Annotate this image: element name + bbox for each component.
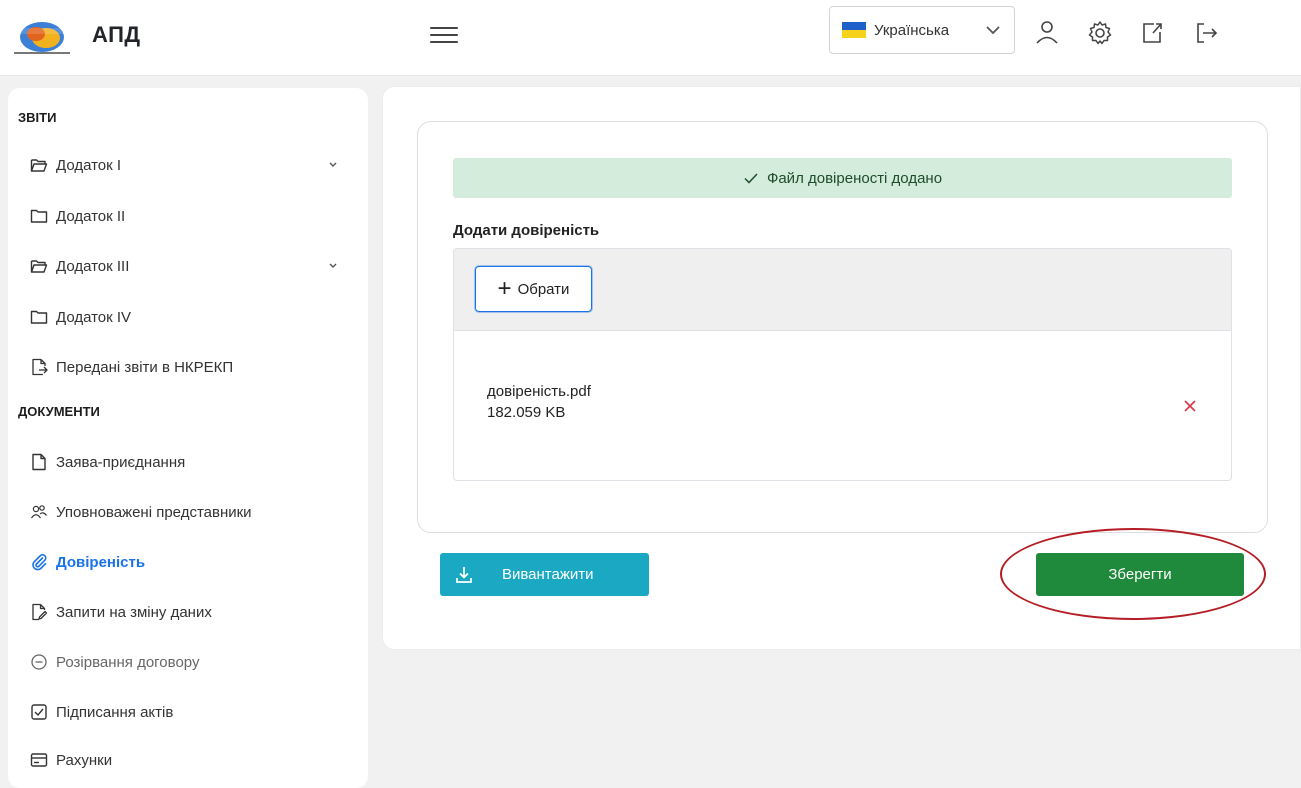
external-link-icon <box>1143 23 1162 43</box>
folder-open-icon <box>30 257 48 275</box>
sidebar-item-label: Довіреність <box>56 553 146 571</box>
save-button-label: Зберегти <box>1108 566 1172 583</box>
menu-toggle-button[interactable] <box>427 22 461 52</box>
sidebar-item-reports-nkrekp[interactable]: Передані звіти в НКРЕКП <box>30 352 340 382</box>
sidebar-item-label: Додаток I <box>56 156 122 174</box>
folder-open-icon <box>30 156 48 174</box>
sidebar-item-dodatok-2[interactable]: Додаток II <box>30 201 340 231</box>
sidebar-item-label: Підписання актів <box>56 703 174 721</box>
folder-icon <box>30 207 48 225</box>
download-icon <box>456 566 472 583</box>
sidebar-item-label: Заява-приєднання <box>56 453 186 471</box>
sidebar-item-signing-acts[interactable]: Підписання актів <box>30 697 340 727</box>
field-label-add-attorney: Додати довіреність <box>453 222 600 239</box>
download-button-label: Вивантажити <box>502 566 594 583</box>
language-select[interactable]: Українська <box>829 6 1015 54</box>
sidebar-item-contract-termination[interactable]: Розірвання договору <box>30 647 340 677</box>
minus-circle-icon <box>30 653 48 671</box>
save-button[interactable]: Зберегти <box>1036 553 1244 596</box>
close-icon <box>1184 400 1196 412</box>
checkbox-icon <box>30 703 48 721</box>
sidebar-item-label: Розірвання договору <box>56 653 200 671</box>
sidebar-item-application[interactable]: Заява-приєднання <box>30 447 340 477</box>
section-title-documents: ДОКУМЕНТИ <box>18 404 100 419</box>
chevron-down-icon <box>329 263 337 268</box>
plus-icon: + <box>497 275 512 302</box>
logout-icon <box>1197 23 1218 43</box>
choose-file-button[interactable]: + Обрати <box>475 266 592 312</box>
user-icon <box>1036 21 1058 44</box>
sidebar-item-dodatok-4[interactable]: Додаток IV <box>30 302 340 332</box>
sidebar-item-dodatok-1[interactable]: Додаток I <box>30 150 340 180</box>
language-selected-value: Українська <box>874 21 950 39</box>
main-content: Файл довіреності додано Додати довіреніс… <box>382 86 1301 650</box>
uploaded-file-size: 182.059 KB <box>487 404 566 421</box>
sidebar-item-data-change-requests[interactable]: Запити на зміну даних <box>30 597 340 627</box>
sidebar-item-label: Передані звіти в НКРЕКП <box>56 358 234 376</box>
sidebar-item-power-of-attorney[interactable]: Довіреність <box>30 547 340 577</box>
open-external-button[interactable] <box>1137 18 1167 48</box>
credit-card-icon <box>30 751 48 769</box>
remove-file-button[interactable] <box>1179 395 1201 417</box>
user-profile-button[interactable] <box>1032 18 1062 48</box>
success-message: Файл довіреності додано <box>453 158 1232 198</box>
sidebar-item-label: Додаток IV <box>56 308 132 326</box>
gear-icon <box>1088 21 1112 45</box>
attorney-upload-card: Файл довіреності додано Додати довіреніс… <box>417 121 1268 533</box>
app-title: АПД <box>92 22 141 47</box>
file-upload: + Обрати довіреність.pdf 182.059 KB <box>453 248 1232 481</box>
choose-file-label: Обрати <box>517 280 570 298</box>
settings-button[interactable] <box>1085 18 1115 48</box>
success-message-text: Файл довіреності додано <box>766 169 943 187</box>
menu-icon <box>427 27 461 43</box>
logout-button[interactable] <box>1191 18 1221 48</box>
sidebar-item-label: Запити на зміну даних <box>56 603 212 621</box>
folder-icon <box>30 308 48 326</box>
sidebar-item-label: Рахунки <box>56 751 113 769</box>
operator-rynku-logo <box>10 18 74 58</box>
download-button[interactable]: Вивантажити <box>440 553 649 596</box>
paperclip-icon <box>30 553 48 571</box>
users-icon <box>30 503 48 521</box>
section-title-reports: ЗВІТИ <box>18 110 57 125</box>
sidebar-item-invoices[interactable]: Рахунки <box>30 745 340 775</box>
file-icon <box>30 453 48 471</box>
top-header: АПД Українська <box>0 0 1301 76</box>
sidebar-item-dodatok-3[interactable]: Додаток III <box>30 251 340 281</box>
file-export-icon <box>30 358 48 376</box>
chevron-down-icon <box>986 26 1000 35</box>
chevron-down-icon <box>329 162 337 167</box>
file-edit-icon <box>30 603 48 621</box>
check-icon <box>744 173 758 184</box>
sidebar: ЗВІТИ Додаток I Додаток II Додаток III Д… <box>8 88 368 788</box>
ukraine-flag-icon <box>842 22 866 38</box>
uploaded-file-name: довіреність.pdf <box>487 383 591 400</box>
sidebar-item-label: Додаток III <box>56 257 130 275</box>
sidebar-item-label: Додаток II <box>56 207 126 225</box>
sidebar-item-label: Уповноважені представники <box>56 503 252 521</box>
sidebar-item-representatives[interactable]: Уповноважені представники <box>30 497 340 527</box>
file-upload-toolbar: + Обрати <box>454 249 1231 331</box>
